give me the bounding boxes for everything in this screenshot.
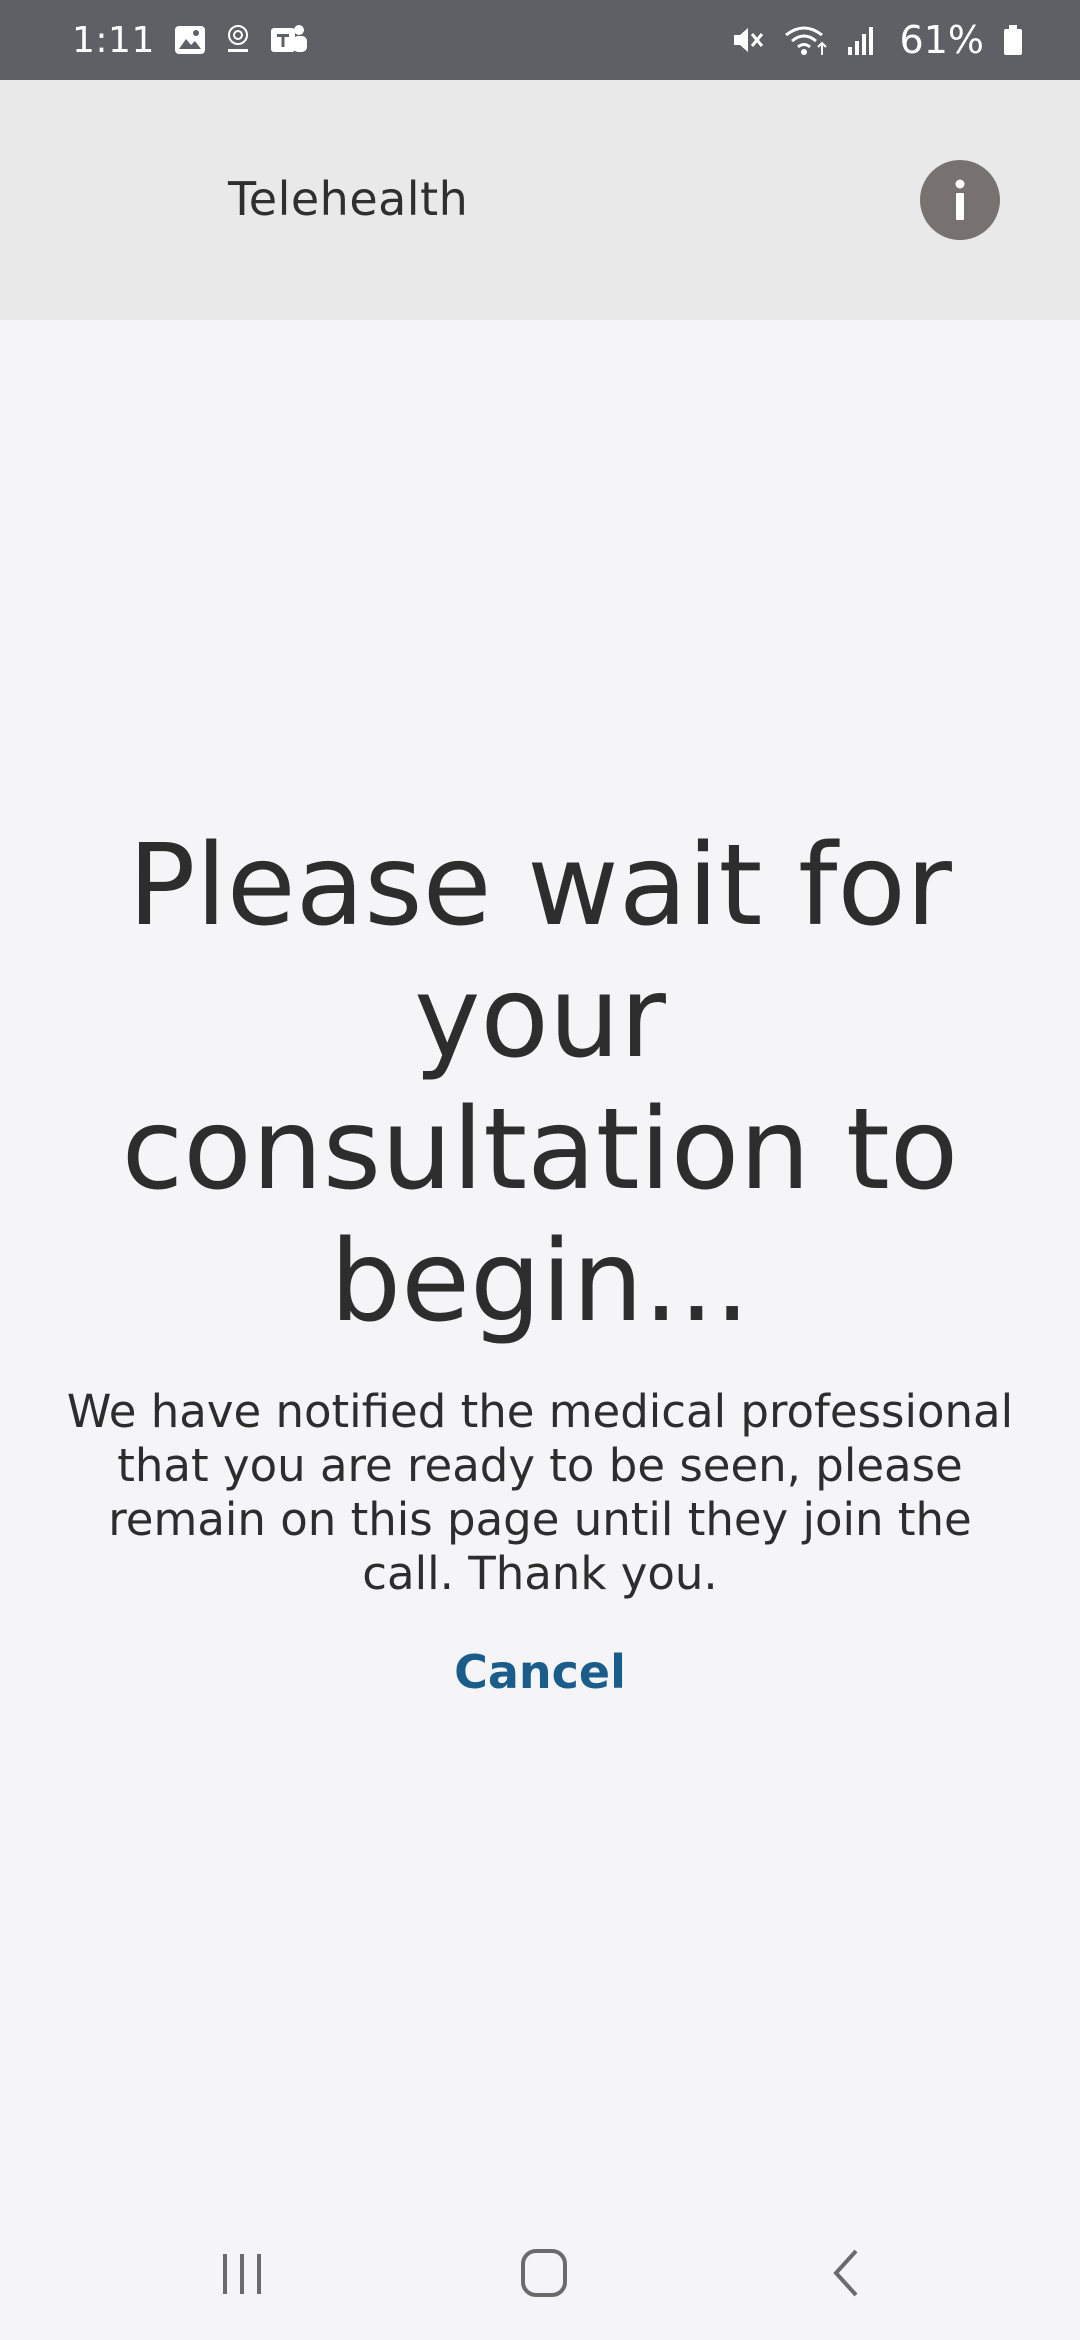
page-title: Telehealth <box>228 172 469 226</box>
battery-icon <box>1002 23 1024 57</box>
signal-icon <box>846 23 878 57</box>
recents-icon <box>217 2248 267 2298</box>
wifi-icon <box>784 23 828 57</box>
battery-percent: 61% <box>899 18 984 62</box>
system-nav-bar <box>0 2200 1080 2340</box>
app-header: Telehealth <box>0 80 1080 320</box>
status-left: 1:11 <box>72 20 311 61</box>
status-right: 61% <box>730 18 1024 62</box>
home-icon <box>519 2247 569 2299</box>
home-button[interactable] <box>499 2238 589 2308</box>
status-time: 1:11 <box>72 19 155 61</box>
status-bar: 1:11 61% <box>0 0 1080 80</box>
waiting-room-content: Please wait for your consultation to beg… <box>0 320 1080 2200</box>
back-button[interactable] <box>801 2238 891 2308</box>
waiting-message: We have notified the medical professiona… <box>66 1385 1014 1600</box>
info-icon <box>950 178 970 222</box>
back-icon <box>826 2247 866 2299</box>
gallery-icon <box>173 23 207 57</box>
info-button[interactable] <box>920 160 1000 240</box>
recents-button[interactable] <box>197 2238 287 2308</box>
mute-icon <box>730 23 766 57</box>
teams-icon <box>269 22 311 58</box>
clinic-icon <box>225 23 251 57</box>
waiting-headline: Please wait for your consultation to beg… <box>121 821 959 1347</box>
cancel-button[interactable]: Cancel <box>390 1645 690 1699</box>
